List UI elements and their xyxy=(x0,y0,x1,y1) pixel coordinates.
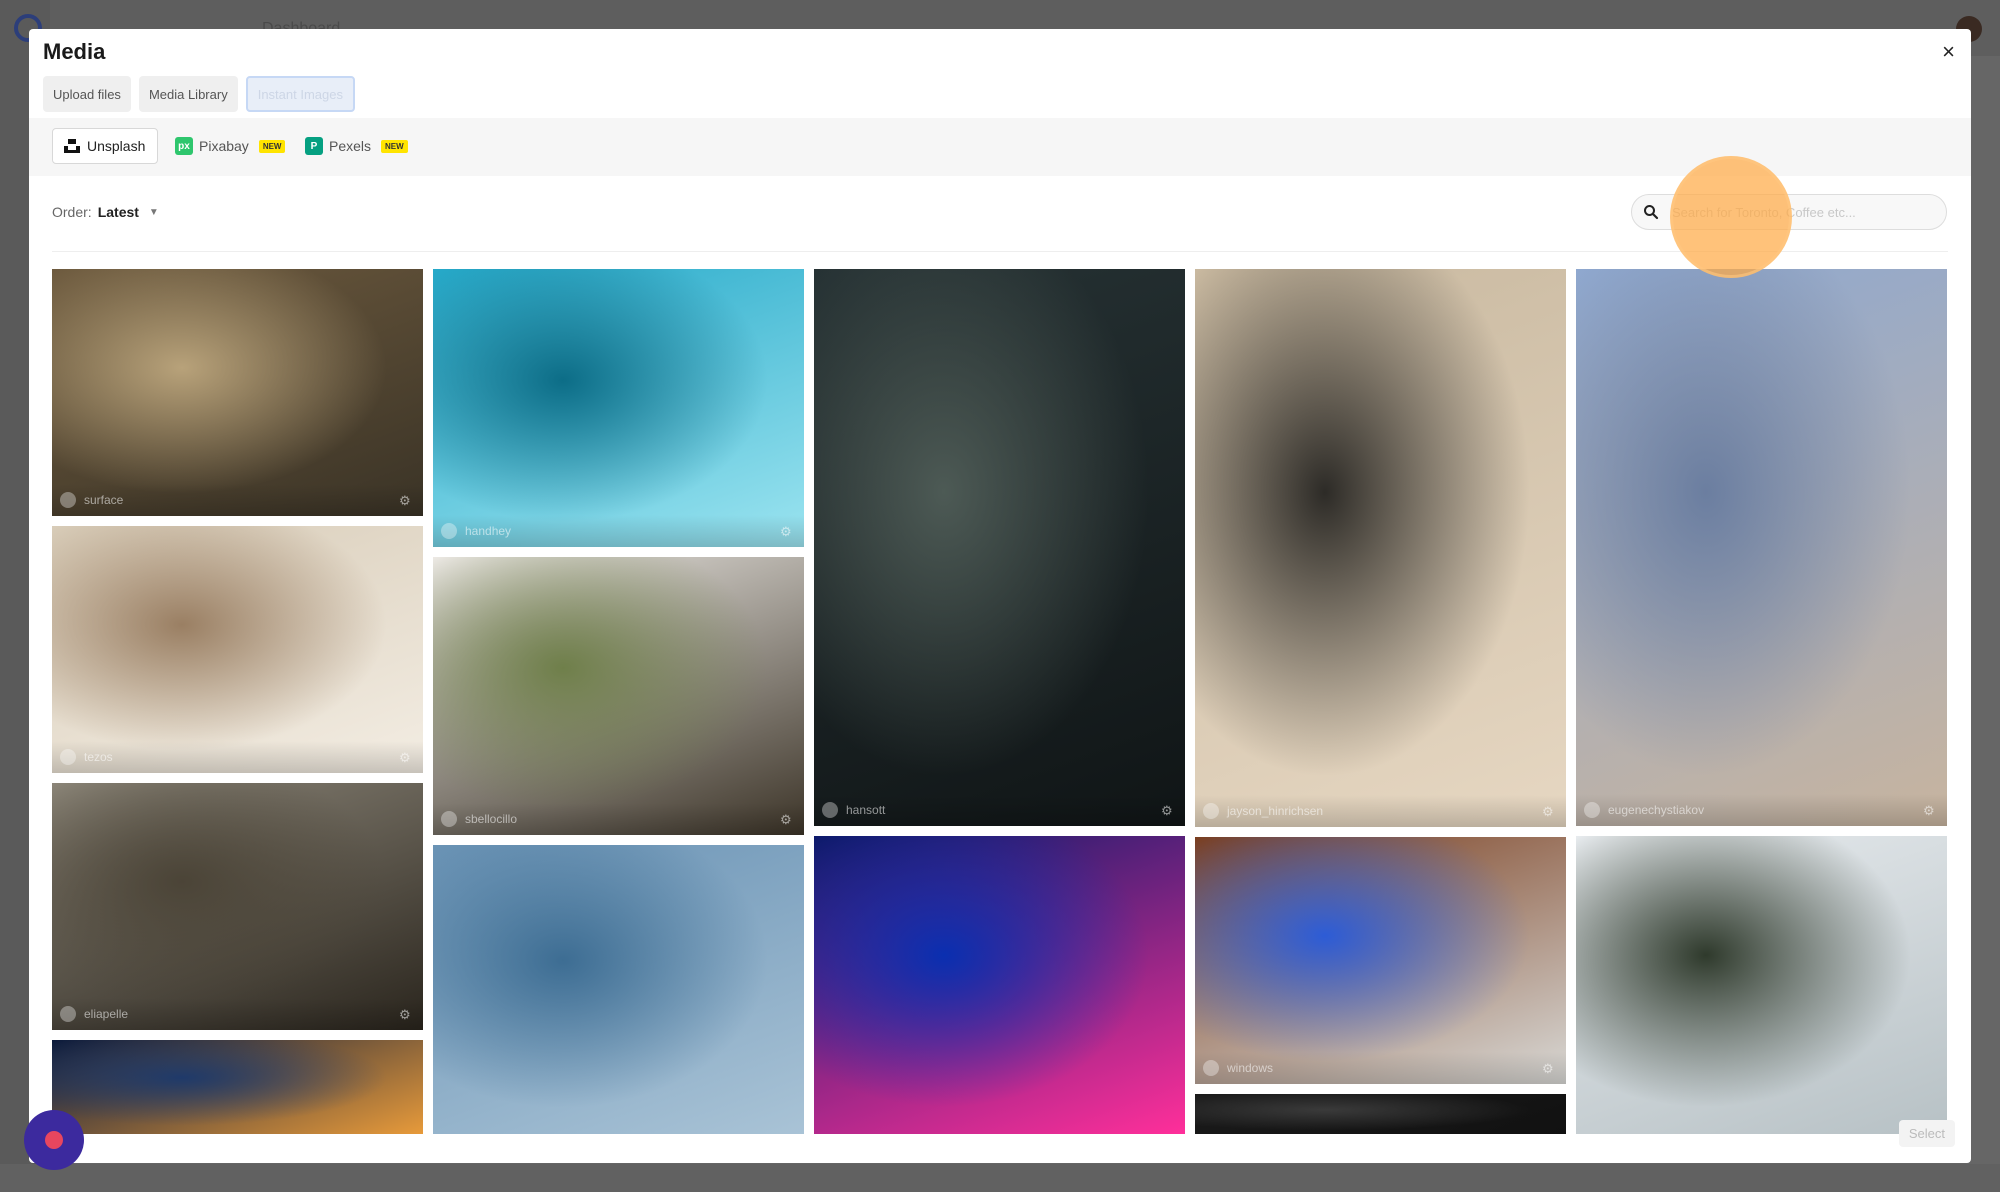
photo-tile[interactable]: sbellocillo ⚙ xyxy=(433,557,804,835)
tab-media-library[interactable]: Media Library xyxy=(138,76,238,112)
photo-credit: sbellocillo xyxy=(433,803,804,835)
photo-tile[interactable] xyxy=(52,1040,423,1134)
gear-icon[interactable]: ⚙ xyxy=(780,525,794,539)
new-badge: NEW xyxy=(381,139,408,153)
chat-launcher-button[interactable] xyxy=(24,1110,84,1170)
avatar xyxy=(60,1006,76,1022)
pexels-icon: P xyxy=(305,137,323,155)
photo-username: surface xyxy=(84,493,124,507)
order-dropdown[interactable]: Order: Latest ▼ xyxy=(52,204,159,220)
tab-upload-files[interactable]: Upload files xyxy=(43,76,131,112)
new-badge: NEW xyxy=(258,139,286,153)
provider-pixabay[interactable]: px Pixabay NEW xyxy=(175,128,286,164)
gear-icon[interactable]: ⚙ xyxy=(1542,1062,1556,1076)
order-value: Latest xyxy=(97,204,139,220)
media-tabs: Upload files Media Library Instant Image… xyxy=(43,76,355,112)
photo-tile[interactable] xyxy=(1576,836,1947,1134)
photo-tile[interactable]: handhey ⚙ xyxy=(433,269,804,547)
gear-icon[interactable]: ⚙ xyxy=(1161,804,1175,818)
photo-credit: tezos xyxy=(52,741,423,773)
photo-username: jayson_hinrichsen xyxy=(1227,804,1324,818)
avatar xyxy=(1203,1060,1219,1076)
photo-tile[interactable]: eliapelle ⚙ xyxy=(52,783,423,1030)
photo-tile[interactable]: jayson_hinrichsen ⚙ xyxy=(1195,269,1566,827)
gear-icon[interactable]: ⚙ xyxy=(780,813,794,827)
avatar xyxy=(1203,803,1219,819)
modal-title: Media xyxy=(43,39,106,64)
chevron-down-icon: ▼ xyxy=(148,206,159,218)
provider-label: Pixabay xyxy=(199,138,249,154)
background-bottom xyxy=(0,1164,2000,1192)
photo-credit: hansott xyxy=(814,794,1185,826)
photo-tile[interactable]: windows ⚙ xyxy=(1195,837,1566,1084)
photo-tile[interactable]: hansott ⚙ xyxy=(814,269,1185,826)
close-icon[interactable]: × xyxy=(1942,41,1955,63)
provider-pexels[interactable]: P Pexels NEW xyxy=(305,128,408,164)
avatar xyxy=(1584,802,1600,818)
order-label: Order: xyxy=(52,204,92,220)
gear-icon[interactable]: ⚙ xyxy=(399,751,413,765)
photo-username: eliapelle xyxy=(84,1007,129,1021)
divider xyxy=(52,251,1948,252)
photo-credit: windows xyxy=(1195,1052,1566,1084)
photo-tile[interactable]: tezos ⚙ xyxy=(52,526,423,773)
avatar xyxy=(441,523,457,539)
cursor-highlight xyxy=(1670,156,1792,278)
photo-grid: surface ⚙ tezos ⚙ eliapelle ⚙ handhey ⚙ … xyxy=(29,269,1971,1134)
avatar xyxy=(60,492,76,508)
pixabay-icon: px xyxy=(175,137,193,155)
photo-credit: jayson_hinrichsen xyxy=(1195,795,1566,827)
photo-tile[interactable] xyxy=(433,845,804,1134)
avatar xyxy=(441,811,457,827)
search-icon xyxy=(1632,195,1670,229)
photo-username: sbellocillo xyxy=(465,812,518,826)
photo-username: eugenechystiakov xyxy=(1608,803,1705,817)
gear-icon[interactable]: ⚙ xyxy=(1542,805,1556,819)
gear-icon[interactable]: ⚙ xyxy=(399,494,413,508)
unsplash-icon xyxy=(63,137,81,155)
tab-instant-images[interactable]: Instant Images xyxy=(245,76,355,112)
photo-credit: surface xyxy=(52,484,423,516)
avatar xyxy=(60,749,76,765)
photo-username: windows xyxy=(1227,1061,1274,1075)
avatar xyxy=(822,802,838,818)
provider-label: Unsplash xyxy=(87,138,146,154)
gear-icon[interactable]: ⚙ xyxy=(1923,804,1937,818)
photo-tile[interactable]: surface ⚙ xyxy=(52,269,423,516)
photo-username: tezos xyxy=(84,750,113,764)
provider-unsplash[interactable]: Unsplash xyxy=(52,128,159,164)
photo-username: handhey xyxy=(465,524,512,538)
gear-icon[interactable]: ⚙ xyxy=(399,1008,413,1022)
chat-icon xyxy=(45,1131,63,1149)
provider-bar: Unsplash px Pixabay NEW P Pexels NEW xyxy=(29,118,1971,176)
photo-credit: eliapelle xyxy=(52,998,423,1030)
select-button[interactable]: Select xyxy=(1898,1120,1955,1147)
photo-credit: handhey xyxy=(433,515,804,547)
photo-tile[interactable] xyxy=(1195,1094,1566,1134)
photo-username: hansott xyxy=(846,803,886,817)
photo-tile[interactable]: eugenechystiakov ⚙ xyxy=(1576,269,1947,826)
provider-label: Pexels xyxy=(329,138,372,154)
photo-tile[interactable] xyxy=(814,836,1185,1134)
photo-credit: eugenechystiakov xyxy=(1576,794,1947,826)
